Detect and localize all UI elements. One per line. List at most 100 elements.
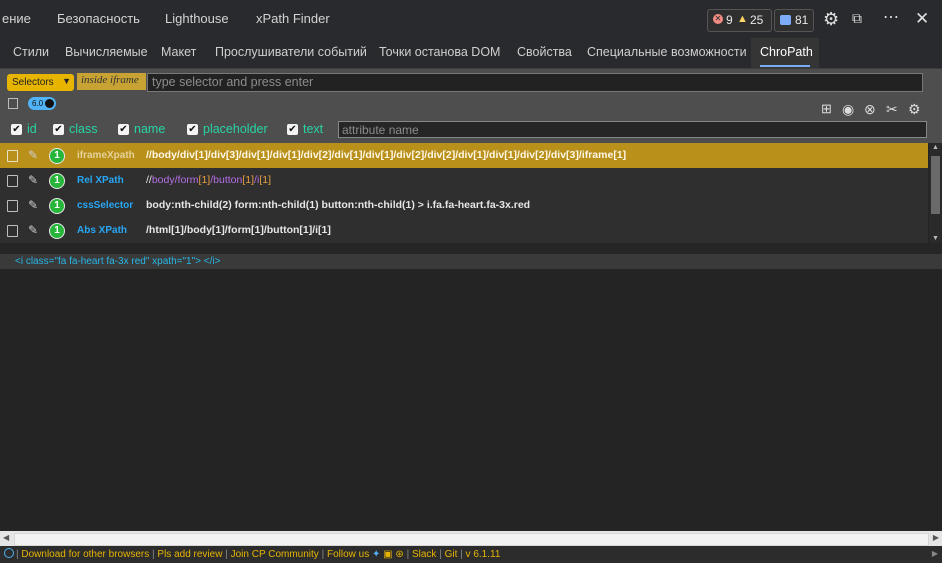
gear-icon[interactable]: ⚙ [823, 9, 839, 30]
scroll-left-icon[interactable]: ◀ [3, 533, 9, 542]
attribute-name-input[interactable]: attribute name [338, 121, 927, 138]
xpath-part: body [151, 174, 175, 186]
xpath-part: [1] [242, 174, 255, 186]
horizontal-scrollbar-thumb[interactable] [14, 533, 929, 546]
checkbox-placeholder-label: placeholder [203, 122, 268, 136]
version-toggle[interactable]: 6.0 [28, 97, 56, 110]
result-row-iframe-xpath[interactable]: ✎ 1 iframeXpath //body/div[1]/div[3]/div… [0, 143, 928, 168]
checkbox-class[interactable]: ✔ [53, 124, 64, 135]
slack-link[interactable]: Slack [412, 549, 436, 560]
chropath-logo-icon [4, 548, 14, 558]
result-row-abs-xpath[interactable]: ✎ 1 Abs XPath /html[1]/body[1]/form[1]/b… [0, 218, 928, 243]
scroll-right-icon[interactable]: ▶ [932, 549, 938, 558]
chevron-down-icon: ▼ [62, 76, 71, 86]
tab-computed[interactable]: Вычисляемые [65, 45, 148, 59]
twitter-icon[interactable]: ✦ [372, 549, 380, 560]
scroll-right-icon[interactable]: ▶ [933, 533, 939, 542]
toggle-knob [45, 99, 54, 108]
edit-pencil-icon[interactable]: ✎ [28, 198, 38, 212]
tab-lighthouse[interactable]: Lighthouse [165, 11, 229, 26]
footer-separator: | [225, 549, 228, 560]
review-link[interactable]: Pls add review [157, 549, 222, 560]
issues-counter[interactable]: ✕ 9 ▲ 25 [707, 9, 772, 32]
row-selector-value[interactable]: body:nth-child(2) form:nth-child(1) butt… [146, 199, 530, 211]
checkbox-name[interactable]: ✔ [118, 124, 129, 135]
divider [0, 243, 942, 254]
row-type-label: Rel XPath [77, 175, 124, 186]
record-icon[interactable]: ◉ [842, 101, 854, 118]
settings-icon[interactable]: ⚙ [908, 101, 921, 118]
checkbox-id[interactable]: ✔ [11, 124, 22, 135]
checkbox-id-label: id [27, 122, 37, 136]
tab-styles[interactable]: Стили [13, 45, 49, 59]
xpath-part: [1] [198, 174, 211, 186]
copy-icon[interactable] [7, 200, 18, 212]
close-icon[interactable]: ✕ [915, 9, 929, 29]
row-selector-value[interactable]: //body/div[1]/div[3]/div[1]/div[1]/div[2… [146, 149, 626, 161]
edit-pencil-icon[interactable]: ✎ [28, 173, 38, 187]
git-link[interactable]: Git [445, 549, 458, 560]
footer-separator: | [321, 549, 325, 560]
version-label: 6.0 [32, 99, 44, 108]
community-link[interactable]: Join CP Community [231, 549, 319, 560]
tab-dom-breakpoints[interactable]: Точки останова DOM [379, 45, 500, 59]
copy-icon[interactable] [7, 225, 18, 237]
row-selector-value[interactable]: /html[1]/body[1]/form[1]/button[1]/i[1] [146, 224, 331, 236]
tools-icon[interactable]: ✂ [886, 101, 898, 118]
tab-layout[interactable]: Макет [161, 45, 196, 59]
globe-icon[interactable]: ⊗ [864, 101, 876, 118]
scroll-down-icon[interactable]: ▼ [932, 235, 939, 242]
tab-chropath[interactable]: ChroPath [760, 45, 813, 59]
copy-icon[interactable] [7, 150, 18, 162]
message-icon [780, 15, 791, 25]
selector-type-dropdown[interactable]: Selectors ▼ [7, 74, 74, 91]
active-tab-underline [760, 65, 810, 67]
row-selector-value[interactable]: //body/form[1]/button[1]/i[1] [146, 174, 271, 186]
row-type-label: iframeXpath [77, 150, 135, 161]
matched-element-html: <i class="fa fa-heart fa-3x red" xpath="… [0, 254, 942, 269]
more-icon[interactable]: ⋯ [883, 7, 900, 27]
scroll-up-icon[interactable]: ▲ [932, 144, 939, 151]
tab-properties[interactable]: Свойства [517, 45, 572, 59]
message-count: 81 [795, 13, 809, 27]
result-row-css-selector[interactable]: ✎ 1 cssSelector body:nth-child(2) form:n… [0, 193, 928, 218]
chat-icon[interactable]: ⊛ [395, 549, 403, 560]
error-circle-icon: ✕ [713, 14, 723, 24]
row-type-label: cssSelector [77, 200, 134, 211]
download-link[interactable]: Download for other browsers [21, 549, 149, 560]
tab-accessibility[interactable]: Специальные возможности [587, 45, 747, 59]
footer-separator: | [439, 549, 442, 560]
selector-input[interactable]: type selector and press enter [147, 73, 923, 92]
checkbox-placeholder[interactable]: ✔ [187, 124, 198, 135]
copy-icon[interactable] [7, 175, 18, 187]
tab-security[interactable]: Безопасность [57, 11, 140, 26]
footer-separator: | [460, 549, 463, 560]
tab-xpath-finder[interactable]: xPath Finder [256, 11, 330, 26]
error-count: 9 [726, 13, 733, 27]
inside-iframe-text: inside iframe [81, 74, 139, 86]
dock-icon[interactable]: ⧉ [852, 10, 862, 27]
follow-us-label: Follow us [326, 549, 370, 560]
copy-icon[interactable] [8, 98, 18, 109]
tab-event-listeners[interactable]: Прослушиватели событий [215, 45, 367, 59]
warning-count: 25 [750, 13, 764, 27]
edit-pencil-icon[interactable]: ✎ [28, 223, 38, 237]
scrollbar-thumb[interactable] [931, 156, 940, 214]
add-icon[interactable]: ⊞ [821, 101, 832, 117]
xpath-part: button [213, 174, 243, 186]
results-table: ✎ 1 iframeXpath //body/div[1]/div[3]/div… [0, 143, 928, 243]
attribute-placeholder: attribute name [342, 123, 419, 137]
edit-pencil-icon[interactable]: ✎ [28, 148, 38, 162]
youtube-icon[interactable]: ▣ [383, 549, 392, 560]
row-type-label: Abs XPath [77, 225, 128, 236]
result-row-rel-xpath[interactable]: ✎ 1 Rel XPath //body/form[1]/button[1]/i… [0, 168, 928, 193]
inside-iframe-label: inside iframe [77, 73, 146, 90]
chropath-footer: | Download for other browsers | Pls add … [0, 546, 942, 563]
messages-counter[interactable]: 81 [774, 9, 814, 32]
checkbox-text[interactable]: ✔ [287, 124, 298, 135]
checkbox-class-label: class [69, 122, 98, 136]
devtools-top-bar: ение Безопасность Lighthouse xPath Finde… [0, 0, 942, 39]
tab-partial[interactable]: ение [2, 11, 31, 26]
match-count-badge: 1 [49, 223, 65, 239]
checkbox-name-label: name [134, 122, 166, 136]
